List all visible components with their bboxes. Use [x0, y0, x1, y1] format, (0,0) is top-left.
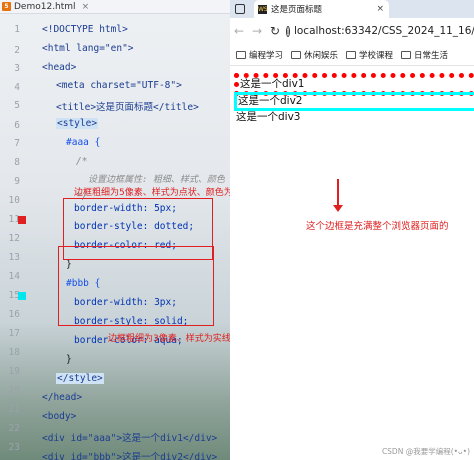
line-number: 1 [14, 24, 20, 35]
code-line[interactable]: } [66, 354, 72, 365]
arrow-down-icon [333, 205, 343, 212]
browser-tab[interactable]: WS 这是页面标题 × [254, 0, 389, 18]
browser-window: WS 这是页面标题 × ← → ↻ i localhost:63342/CSS_… [230, 0, 474, 460]
line-number: 12 [8, 233, 20, 244]
tab-actions-icon[interactable] [235, 4, 245, 14]
code-line[interactable]: <head> [42, 62, 76, 73]
line-number: 17 [8, 328, 20, 339]
line-number: 15 [8, 290, 20, 301]
bookmark-label: 学校课程 [359, 50, 394, 61]
line-number: 2 [14, 45, 20, 56]
line-number: 8 [14, 157, 20, 168]
line-number: 18 [8, 347, 20, 358]
folder-icon [346, 50, 357, 59]
browser-tab-bar: WS 这是页面标题 × [230, 0, 474, 18]
address-bar[interactable]: i localhost:63342/CSS_2024_11_16/Der [286, 21, 474, 41]
div3-plain: 这是一个div3 [236, 111, 301, 123]
reload-button[interactable]: ↻ [266, 24, 284, 38]
line-number: 10 [8, 195, 20, 206]
full-width-annotation: 这个边框是充满整个浏览器页面的 [306, 221, 449, 232]
file-tab-name: Demo12.html [14, 1, 76, 12]
browser-tab-title: 这是页面标题 [271, 5, 323, 15]
close-icon[interactable]: × [376, 4, 384, 14]
bookmarks-bar: 编程学习 休闲娱乐 学校课程 日常生活 [230, 44, 474, 66]
code-line[interactable]: <body> [42, 411, 76, 422]
line-number: 22 [8, 423, 20, 434]
bookmark-folder-3[interactable]: 学校课程 [346, 49, 393, 61]
file-tab[interactable]: 5 Demo12.html × [0, 0, 230, 14]
code-line[interactable]: <title>这是页面标题</title> [56, 99, 199, 113]
code-line[interactable]: /* [76, 156, 87, 167]
line-number: 21 [8, 404, 20, 415]
style-close-tag: </style> [56, 373, 104, 384]
bookmark-folder-4[interactable]: 日常生活 [401, 49, 448, 61]
bookmark-label: 日常生活 [414, 50, 449, 61]
line-number: 13 [8, 252, 20, 263]
line-number: 20 [8, 385, 20, 396]
back-button[interactable]: ← [230, 24, 248, 38]
code-line[interactable]: <meta charset="UTF-8"> [56, 80, 182, 91]
line-number: 4 [14, 82, 20, 93]
code-line[interactable]: 设置边框属性: 粗细、样式、颜色 [88, 172, 225, 185]
bookmark-label: 编程学习 [249, 50, 284, 61]
line-number: 6 [14, 120, 20, 131]
line-number: 16 [8, 309, 20, 320]
annotation-box-bbb [58, 246, 214, 326]
red-color-swatch[interactable] [18, 216, 26, 224]
browser-toolbar: ← → ↻ i localhost:63342/CSS_2024_11_16/D… [230, 18, 474, 44]
code-line[interactable]: <div id="aaa">这是一个div1</div> [42, 430, 217, 444]
bookmark-folder-1[interactable]: 编程学习 [236, 49, 283, 61]
code-line[interactable]: <!DOCTYPE html> [42, 24, 128, 35]
folder-icon [401, 50, 412, 59]
watermark: CSDN @我要学编程(•ᴗ•) [381, 447, 470, 456]
red-border-annotation: 边框粗细为5像素、样式为点状、颜色为红色 [74, 188, 230, 198]
bookmark-folder-2[interactable]: 休闲娱乐 [291, 49, 338, 61]
code-line[interactable]: </style> [56, 373, 104, 384]
line-number: 11 [8, 214, 20, 225]
code-line[interactable]: <div id="bbb">这是一个div2</div> [42, 449, 217, 460]
folder-icon [236, 50, 246, 59]
line-number: 19 [8, 366, 20, 377]
site-info-icon[interactable]: i [286, 25, 290, 37]
line-number: 7 [14, 138, 20, 149]
code-line[interactable]: </head> [42, 392, 82, 403]
code-line[interactable]: <style> [56, 118, 99, 129]
line-number: 23 [8, 442, 20, 453]
forward-button[interactable]: → [248, 24, 266, 38]
html-file-icon: 5 [2, 2, 11, 11]
div2-solid-aqua: 这是一个div2 [234, 92, 474, 111]
address-bar-url: localhost:63342/CSS_2024_11_16/Der [293, 25, 474, 37]
folder-icon [291, 50, 302, 59]
code-line[interactable]: #aaa { [66, 137, 100, 148]
code-line[interactable]: <html lang="en"> [42, 43, 134, 54]
line-number: 3 [14, 63, 20, 74]
close-icon[interactable]: × [82, 2, 90, 12]
line-number: 14 [8, 271, 20, 282]
style-open-tag: <style> [56, 118, 99, 129]
aqua-border-annotation: 边框粗细为3像素、样式为实线、颜色为天蓝色 [108, 334, 230, 344]
bookmark-label: 休闲娱乐 [304, 50, 339, 61]
code-editor: 5 Demo12.html × 1 2 3 4 5 6 7 8 9 10 11 … [0, 0, 230, 460]
line-number: 5 [14, 100, 20, 111]
aqua-color-swatch[interactable] [18, 292, 26, 300]
webstorm-favicon-icon: WS [258, 4, 268, 14]
page-viewport: 这是一个div1 这是一个div2 这是一个div3 这个边框是充满整个浏览器页… [230, 67, 474, 460]
line-number: 9 [14, 176, 20, 187]
